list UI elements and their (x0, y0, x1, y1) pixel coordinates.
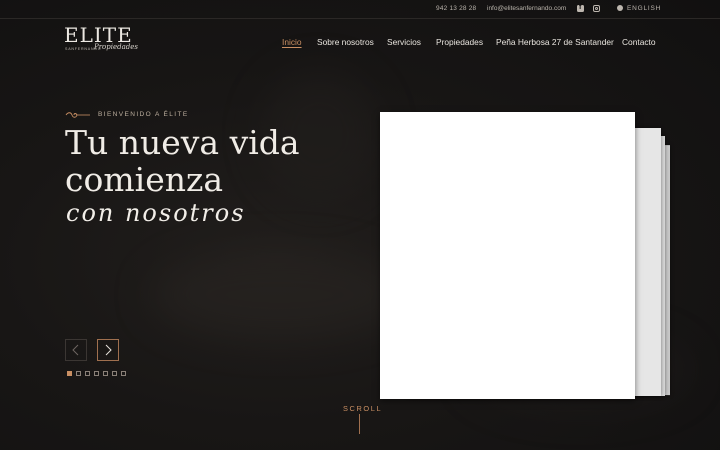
slider-next-button[interactable] (97, 339, 119, 361)
language-switch[interactable]: ENGLISH (627, 5, 661, 12)
headline-line-2: comienza (65, 160, 224, 199)
email-link[interactable]: info@elitesanfernando.com (487, 5, 566, 12)
globe-icon (617, 5, 623, 11)
nav-item-inicio[interactable]: Inicio (282, 37, 302, 47)
nav-item-propiedades[interactable]: Propiedades (436, 37, 483, 47)
hero-script-text: con nosotros (66, 199, 246, 227)
ornament-icon (65, 112, 90, 118)
hero-headline: Tu nueva vida comienza (65, 124, 300, 198)
nav-item-pena-herbosa[interactable]: Peña Herbosa 27 de Santander (496, 37, 614, 47)
hero-image-stack (380, 112, 680, 412)
slider-prev-button[interactable] (65, 339, 87, 361)
nav-item-servicios[interactable]: Servicios (387, 37, 421, 47)
scroll-line (359, 414, 360, 434)
facebook-icon[interactable] (577, 4, 584, 12)
slider-dot[interactable] (67, 371, 72, 376)
slider-dot[interactable] (103, 371, 108, 376)
slider-dot[interactable] (121, 371, 126, 376)
scroll-label[interactable]: SCROLL (343, 404, 382, 413)
nav-item-sobre-nosotros[interactable]: Sobre nosotros (317, 37, 374, 47)
instagram-icon[interactable] (593, 5, 600, 12)
main-nav: Inicio Sobre nosotros Servicios Propieda… (0, 37, 720, 51)
eyebrow-text: BIENVENIDO A ÉLITE (98, 111, 189, 118)
chevron-right-icon (105, 344, 112, 356)
top-bar: 942 13 28 28 info@elitesanfernando.com E… (0, 0, 720, 19)
slider-dot[interactable] (85, 371, 90, 376)
slider-dot[interactable] (76, 371, 81, 376)
nav-item-contacto[interactable]: Contacto (622, 37, 656, 47)
page: 942 13 28 28 info@elitesanfernando.com E… (0, 0, 720, 450)
background-shape (150, 250, 410, 340)
chevron-left-icon (72, 344, 79, 356)
slider-dot[interactable] (112, 371, 117, 376)
headline-line-1: Tu nueva vida (65, 123, 300, 162)
hero-image (380, 112, 635, 399)
slider-dot[interactable] (94, 371, 99, 376)
phone-link[interactable]: 942 13 28 28 (436, 5, 476, 12)
